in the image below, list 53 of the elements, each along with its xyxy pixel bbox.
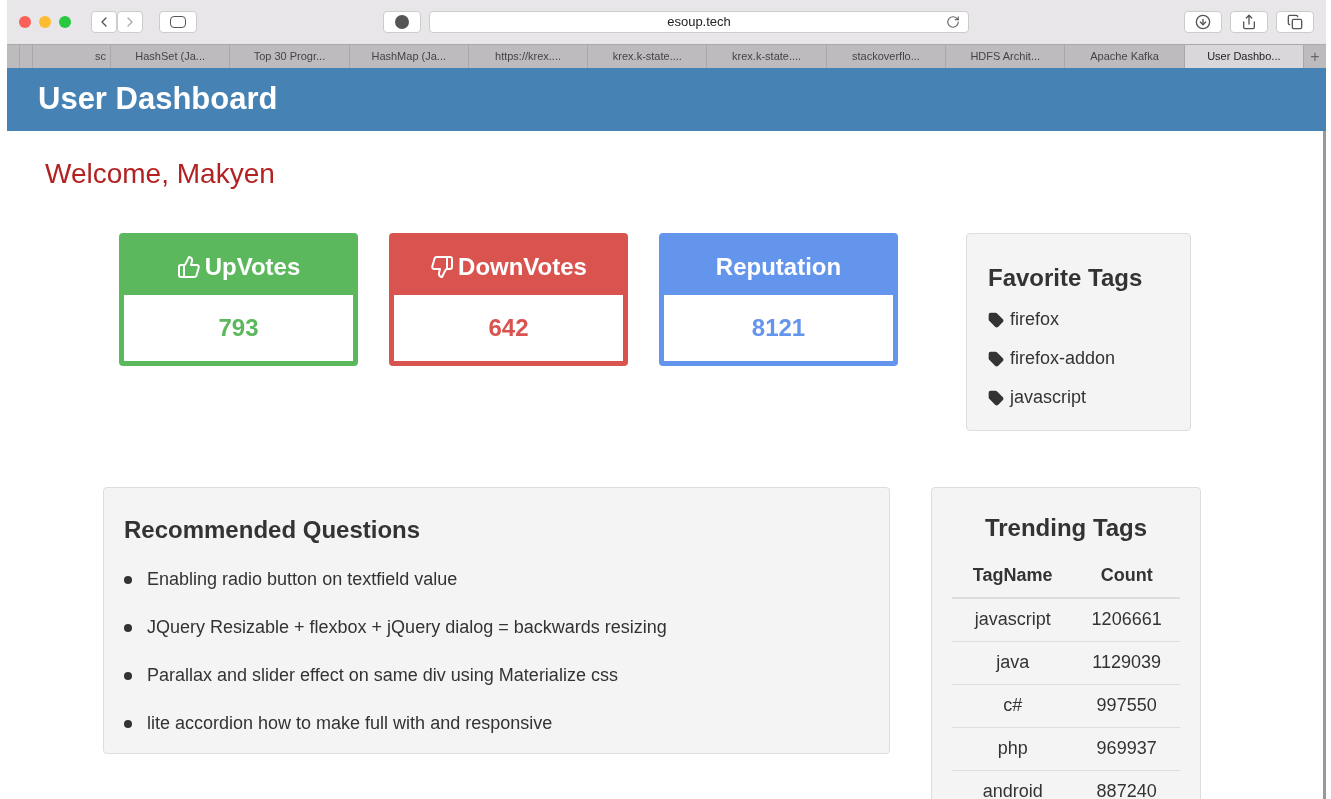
download-icon	[1195, 14, 1211, 30]
table-cell: 1206661	[1073, 598, 1180, 641]
thumbs-down-icon	[430, 254, 455, 279]
panel-title: Trending Tags	[983, 513, 1149, 543]
page-title: User Dashboard	[38, 80, 278, 119]
extension-button[interactable]	[383, 11, 421, 33]
table-cell: java	[952, 641, 1074, 684]
table-cell: 997550	[1073, 684, 1180, 727]
question-link[interactable]: Parallax and slider effect on same div using Materialize css	[147, 662, 618, 689]
tag-link[interactable]: firefox	[1010, 306, 1060, 333]
tag-icon	[988, 350, 1004, 367]
new-tab-button[interactable]: +	[1303, 45, 1326, 68]
tag-icon	[988, 389, 1004, 406]
tag-link[interactable]: firefox-addon	[1010, 345, 1116, 372]
bullet-icon	[124, 575, 132, 584]
table-cell: 1129039	[1073, 641, 1180, 684]
table-cell: android	[952, 770, 1074, 799]
reload-icon[interactable]	[946, 15, 960, 29]
browser-tab[interactable]: User Dashbo...	[1184, 45, 1304, 68]
panel-title: Recommended Questions	[124, 515, 422, 545]
forward-button[interactable]	[117, 11, 143, 33]
stat-label: Reputation	[715, 251, 842, 282]
address-bar[interactable]: esoup.tech	[429, 11, 969, 33]
table-cell: javascript	[952, 598, 1074, 641]
table-cell: 887240	[1073, 770, 1180, 799]
welcome-text: Welcome, Makyen	[45, 157, 276, 191]
stat-value: 642	[488, 313, 529, 343]
column-header: TagName	[952, 554, 1074, 598]
table-cell: c#	[952, 684, 1074, 727]
tabs-icon	[1287, 14, 1303, 30]
tabs-button[interactable]	[1276, 11, 1314, 33]
tag-icon	[988, 311, 1004, 328]
column-header: Count	[1073, 554, 1180, 598]
tag-link[interactable]: javascript	[1010, 384, 1087, 411]
panel-title: Favorite Tags	[988, 263, 1144, 293]
stat-label: UpVotes	[204, 251, 301, 282]
table-cell: php	[952, 727, 1074, 770]
download-button[interactable]	[1184, 11, 1222, 33]
stat-value: 793	[218, 313, 259, 343]
bullet-icon	[124, 671, 132, 680]
bullet-icon	[124, 623, 132, 632]
question-link[interactable]: JQuery Resizable + flexbox + jQuery dialog = backwards resizing	[147, 614, 667, 641]
table-cell: 969937	[1073, 727, 1180, 770]
back-button[interactable]	[91, 11, 117, 33]
stat-label: DownVotes	[458, 251, 587, 282]
sidebar-button[interactable]	[159, 11, 197, 33]
thumbs-up-icon	[176, 254, 201, 279]
bullet-icon	[124, 719, 132, 728]
question-link[interactable]: Enabling radio button on textfield value	[147, 566, 458, 593]
share-icon	[1241, 14, 1257, 30]
share-button[interactable]	[1230, 11, 1268, 33]
stat-value: 8121	[751, 313, 806, 343]
question-link[interactable]: lite accordion how to make full with and responsive	[147, 710, 553, 737]
